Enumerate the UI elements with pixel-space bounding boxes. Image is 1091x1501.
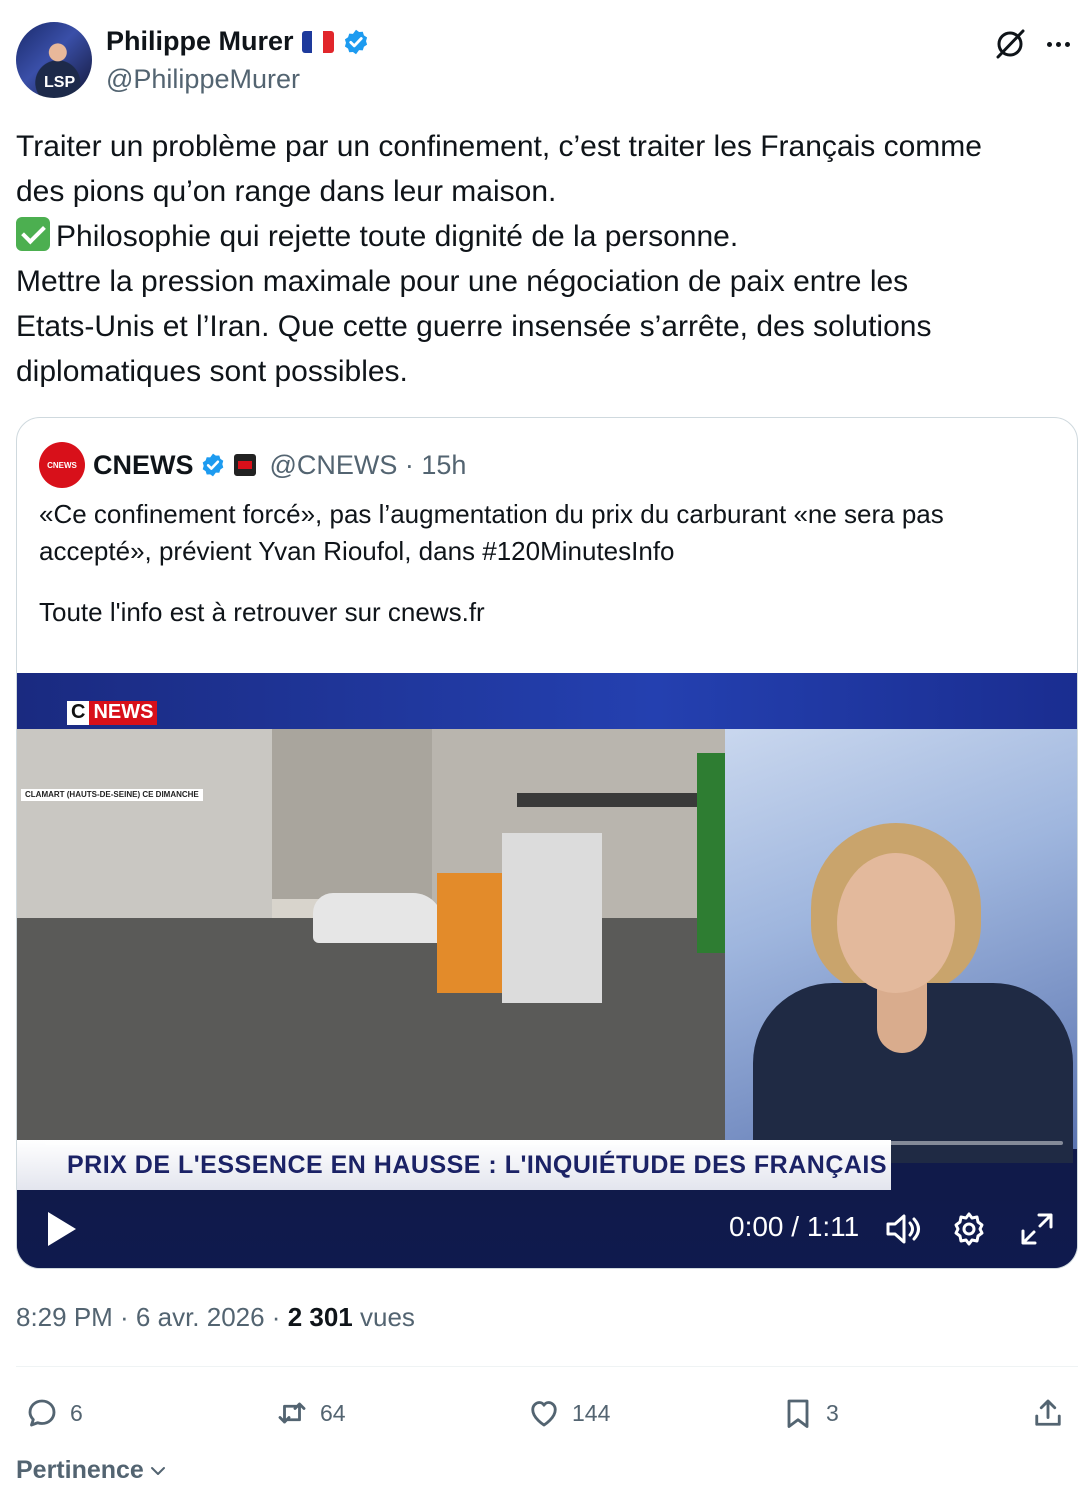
repost-button[interactable]: 64 xyxy=(274,1388,346,1438)
france-flag-icon xyxy=(301,30,334,53)
tweet-header: LSP Philippe Murer @PhilippeMurer xyxy=(16,22,1076,102)
like-count: 144 xyxy=(572,1399,611,1426)
quoted-tweet-card[interactable]: CNEWS CNEWS @CNEWS · 15h «Ce confinement… xyxy=(16,417,1078,1269)
replies-sort-dropdown[interactable]: Pertinence xyxy=(16,1456,168,1485)
video-top-band xyxy=(17,673,1077,729)
tweet-meta: 8:29 PM · 6 avr. 2026 · 2 301 vues xyxy=(16,1302,415,1333)
quoted-line: «Ce confinement forcé», pas l’augmentati… xyxy=(39,499,944,529)
author-name[interactable]: Philippe Murer xyxy=(106,26,294,57)
cnews-avatar-text: CNEWS xyxy=(47,460,77,470)
verified-badge-icon xyxy=(202,453,223,477)
bookmark-count: 3 xyxy=(826,1399,839,1426)
chevron-down-icon xyxy=(150,1466,165,1475)
author-name-row[interactable]: Philippe Murer xyxy=(106,26,370,57)
settings-gear-icon[interactable] xyxy=(949,1209,989,1249)
video-car xyxy=(313,893,443,943)
video-station-sign xyxy=(697,753,725,953)
bookmark-icon xyxy=(787,1399,809,1428)
heart-icon xyxy=(531,1401,557,1427)
verified-badge-icon xyxy=(344,29,367,54)
bookmark-button[interactable]: 3 xyxy=(780,1388,839,1438)
cnews-avatar[interactable]: CNEWS xyxy=(39,442,85,488)
video-player[interactable]: C NEWS CLAMART (HAUTS-DE-SEINE) CE DIMANC… xyxy=(17,673,1077,1268)
tweet-line: Mettre la pression maximale pour une nég… xyxy=(16,265,909,298)
video-progress-bar[interactable] xyxy=(45,1141,1063,1145)
tweet-text: Traiter un problème par un confinement, … xyxy=(16,124,1078,394)
video-time: 0:00 / 1:11 xyxy=(729,1211,860,1242)
share-button[interactable] xyxy=(1030,1388,1066,1438)
check-mark-emoji-icon xyxy=(16,217,50,251)
author-avatar[interactable]: LSP xyxy=(16,22,92,98)
video-station-roof xyxy=(517,793,725,807)
video-fuel-pump xyxy=(502,833,602,1003)
tweet-line: diplomatiques sont possibles. xyxy=(16,355,408,388)
like-button[interactable]: 144 xyxy=(526,1388,610,1438)
tweet-line-with-emoji: Philosophie qui rejette toute dignité de… xyxy=(16,214,1078,259)
reply-count: 6 xyxy=(70,1399,83,1426)
author-handle[interactable]: @PhilippeMurer xyxy=(106,64,300,95)
sort-label: Pertinence xyxy=(16,1456,144,1484)
tweet-timestamp[interactable]: 8:29 PM · 6 avr. 2026 · xyxy=(16,1302,288,1332)
video-headline-text: PRIX DE L'ESSENCE EN HAUSSE : L'INQUIÉTU… xyxy=(67,1151,888,1179)
logo-news: NEWS xyxy=(89,701,158,725)
cnews-logo: C NEWS xyxy=(67,701,158,725)
quoted-author-name[interactable]: CNEWS xyxy=(93,450,194,481)
video-location-caption: CLAMART (HAUTS-DE-SEINE) CE DIMANCHE xyxy=(21,789,203,801)
more-options-icon[interactable] xyxy=(1040,26,1076,62)
tweet-line: des pions qu’on range dans leur maison. xyxy=(16,175,557,208)
play-icon[interactable] xyxy=(45,1209,79,1249)
quoted-line: accepté», prévient Yvan Rioufol, dans #1… xyxy=(39,536,675,566)
views-count: 2 301 xyxy=(287,1302,353,1332)
quoted-footer-line: Toute l'info est à retrouver sur cnews.f… xyxy=(39,597,485,627)
tweet-actions-bar: 6 64 144 3 xyxy=(16,1388,1078,1438)
quoted-handle-time[interactable]: @CNEWS · 15h xyxy=(270,450,467,481)
reply-button[interactable]: 6 xyxy=(24,1388,83,1438)
fullscreen-icon[interactable] xyxy=(1017,1209,1057,1249)
divider xyxy=(16,1366,1078,1367)
share-icon xyxy=(1035,1399,1061,1426)
quoted-tweet-text: «Ce confinement forcé», pas l’augmentati… xyxy=(39,496,1059,631)
repost-icon xyxy=(278,1402,306,1424)
views-label: vues xyxy=(352,1302,415,1332)
affiliate-badge-icon xyxy=(233,454,256,476)
quoted-tweet-header: CNEWS CNEWS @CNEWS · 15h xyxy=(39,442,466,488)
video-presenter xyxy=(753,823,1073,1163)
avatar-mark: LSP xyxy=(44,74,76,91)
grok-icon[interactable] xyxy=(992,26,1028,62)
tweet-line: Philosophie qui rejette toute dignité de… xyxy=(56,220,739,253)
video-building xyxy=(272,729,432,899)
tweet-line: Traiter un problème par un confinement, … xyxy=(16,130,982,163)
volume-muted-icon[interactable] xyxy=(883,1209,923,1249)
repost-count: 64 xyxy=(320,1399,346,1426)
tweet-line: Etats-Unis et l’Iran. Que cette guerre i… xyxy=(16,310,932,343)
logo-c: C xyxy=(67,701,90,725)
reply-icon xyxy=(28,1399,56,1427)
